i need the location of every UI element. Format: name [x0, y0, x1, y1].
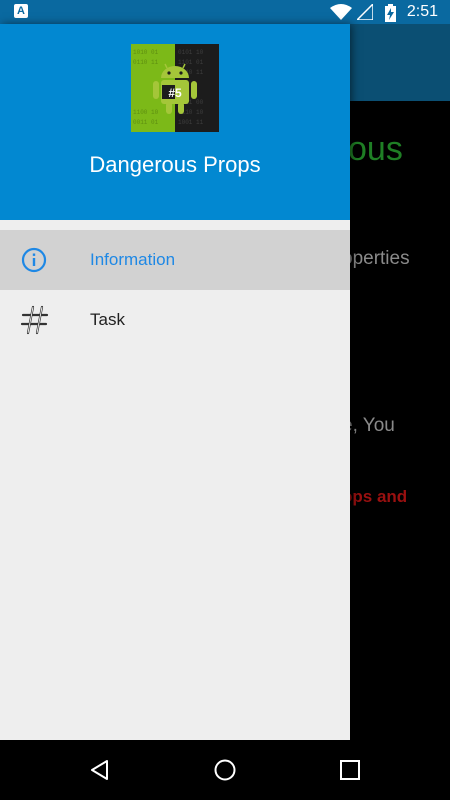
logo-badge-text: #5: [168, 86, 182, 100]
home-icon[interactable]: [213, 758, 237, 782]
background-text-line: operties: [342, 248, 410, 269]
drawer-menu: Information Task: [0, 230, 350, 350]
svg-text:1101 01: 1101 01: [178, 59, 204, 66]
wifi-icon: [330, 4, 352, 20]
hash-icon: [20, 305, 49, 335]
background-warning-line: ops and: [342, 487, 408, 506]
back-icon[interactable]: [88, 758, 112, 782]
info-icon: [21, 247, 47, 273]
app-name: Dangerous Props: [89, 152, 261, 177]
system-nav-bar: [0, 740, 450, 800]
app-logo: 0101 10 1101 01 0010 11 1011 00 0110 10 100…: [131, 44, 219, 132]
cell-signal-icon: [357, 4, 373, 20]
navigation-drawer: 0101 10 1101 01 0010 11 1011 00 0110 10 100…: [0, 24, 350, 740]
svg-text:0101 10: 0101 10: [178, 49, 204, 56]
drawer-header: 0101 10 1101 01 0010 11 1011 00 0110 10 100…: [0, 24, 350, 220]
background-title: ous: [348, 130, 403, 168]
battery-charging-icon: [385, 4, 396, 22]
menu-item-label: Information: [90, 250, 176, 269]
menu-item-information[interactable]: Information: [0, 230, 350, 290]
recents-icon[interactable]: [338, 758, 362, 782]
svg-text:0011 01: 0011 01: [133, 119, 159, 126]
clock: 2:51: [406, 3, 438, 20]
menu-item-label: Task: [90, 310, 125, 329]
notification-icon: A: [14, 4, 28, 18]
status-bar: A 2:51: [0, 0, 450, 24]
menu-item-task[interactable]: Task: [0, 290, 350, 350]
svg-text:1100 10: 1100 10: [133, 109, 159, 116]
svg-text:0110 11: 0110 11: [133, 59, 159, 66]
svg-text:1001 11: 1001 11: [178, 119, 204, 126]
svg-text:1010 01: 1010 01: [133, 49, 159, 56]
